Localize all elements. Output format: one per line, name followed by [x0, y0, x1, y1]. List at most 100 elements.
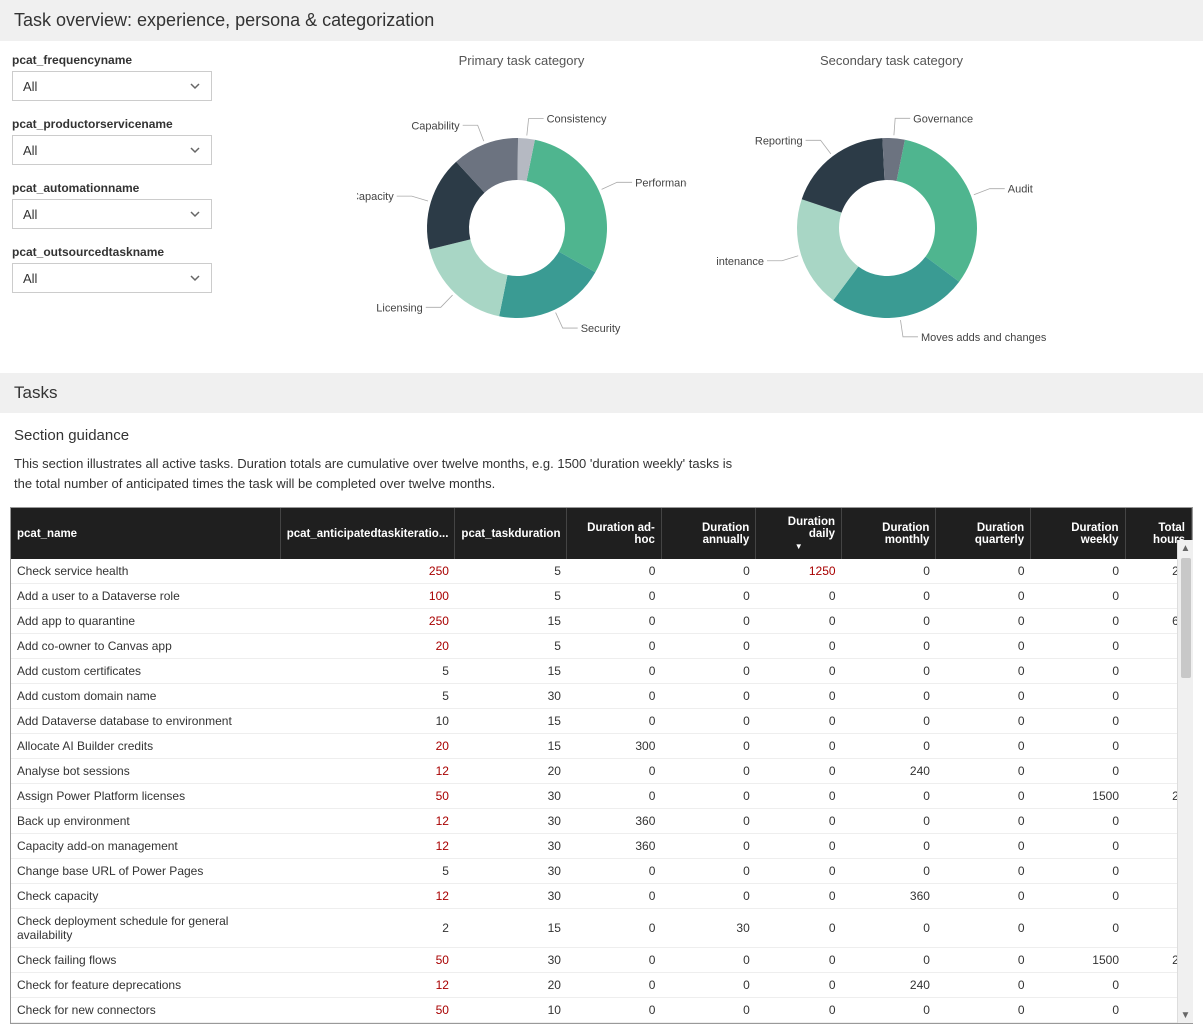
- table-cell: 12: [280, 809, 455, 834]
- table-cell: Check capacity: [11, 884, 280, 909]
- table-cell: 0: [842, 659, 936, 684]
- table-cell: 0: [936, 973, 1031, 998]
- secondary-donut-chart[interactable]: AuditMoves adds and changesMaintenanceRe…: [717, 78, 1067, 358]
- table-row[interactable]: Add Dataverse database to environment101…: [11, 709, 1192, 734]
- table-cell: 0: [936, 609, 1031, 634]
- table-scrollbar[interactable]: ▲ ▼: [1177, 540, 1193, 1023]
- table-row[interactable]: Add a user to a Dataverse role1005000000…: [11, 584, 1192, 609]
- table-cell: 0: [1031, 659, 1125, 684]
- table-cell: 0: [936, 559, 1031, 584]
- table-cell: 30: [455, 884, 567, 909]
- table-cell: 0: [936, 809, 1031, 834]
- filter-dropdown[interactable]: All: [12, 135, 212, 165]
- table-cell: 0: [567, 909, 661, 948]
- table-row[interactable]: Add custom domain name5300000000: [11, 684, 1192, 709]
- table-cell: 0: [936, 759, 1031, 784]
- page-title-bar: Task overview: experience, persona & cat…: [0, 0, 1203, 41]
- table-cell: 50: [280, 948, 455, 973]
- table-row[interactable]: Check service health250500125000021: [11, 559, 1192, 584]
- column-header[interactable]: Duration annually: [661, 508, 755, 559]
- table-cell: 15: [455, 734, 567, 759]
- table-row[interactable]: Check capacity1230000360006: [11, 884, 1192, 909]
- column-header[interactable]: Duration weekly: [1031, 508, 1125, 559]
- table-cell: 0: [936, 948, 1031, 973]
- table-cell: 15: [455, 609, 567, 634]
- label-leader-line: [425, 295, 452, 307]
- table-cell: 5: [455, 634, 567, 659]
- table-cell: 50: [280, 998, 455, 1023]
- table-row[interactable]: Check for feature deprecations1220000240…: [11, 973, 1192, 998]
- table-row[interactable]: Add app to quarantine2501500000063: [11, 609, 1192, 634]
- table-body: Check service health250500125000021Add a…: [11, 559, 1192, 1023]
- tasks-section-header-bar: Tasks: [0, 373, 1203, 413]
- table-row[interactable]: Add co-owner to Canvas app2050000002: [11, 634, 1192, 659]
- table-header[interactable]: pcat_namepcat_anticipatedtaskiteratio...…: [11, 508, 1192, 559]
- table-cell: 5: [280, 684, 455, 709]
- table-cell: 0: [936, 659, 1031, 684]
- tasks-table[interactable]: pcat_namepcat_anticipatedtaskiteratio...…: [11, 508, 1192, 1023]
- table-cell: 30: [661, 909, 755, 948]
- table-cell: 0: [567, 998, 661, 1023]
- table-cell: 0: [567, 973, 661, 998]
- filter-dropdown[interactable]: All: [12, 199, 212, 229]
- table-cell: 0: [936, 998, 1031, 1023]
- filter-dropdown[interactable]: All: [12, 71, 212, 101]
- sort-desc-icon: ▼: [762, 542, 835, 551]
- scroll-thumb[interactable]: [1181, 558, 1191, 678]
- table-cell: 0: [756, 998, 842, 1023]
- filter-value: All: [23, 79, 37, 94]
- column-header[interactable]: Duration daily▼: [756, 508, 842, 559]
- scroll-up-arrow[interactable]: ▲: [1178, 540, 1193, 556]
- donut-slice[interactable]: [896, 140, 976, 282]
- primary-chart-block: Primary task category PerformanceSecurit…: [357, 53, 687, 361]
- table-cell: 0: [842, 684, 936, 709]
- column-header[interactable]: pcat_taskduration: [455, 508, 567, 559]
- chart-area: Primary task category PerformanceSecurit…: [232, 53, 1191, 361]
- donut-slice-label: Performance: [635, 177, 687, 189]
- table-cell: 0: [661, 634, 755, 659]
- table-cell: 0: [661, 809, 755, 834]
- table-cell: 0: [936, 884, 1031, 909]
- column-header[interactable]: pcat_anticipatedtaskiteratio...: [280, 508, 455, 559]
- column-header[interactable]: Duration ad-hoc: [567, 508, 661, 559]
- table-cell: Check for new connectors: [11, 998, 280, 1023]
- table-row[interactable]: Back up environment1230360000006: [11, 809, 1192, 834]
- donut-slice[interactable]: [801, 138, 884, 213]
- table-cell: 0: [661, 559, 755, 584]
- table-cell: 50: [280, 784, 455, 809]
- table-cell: 12: [280, 973, 455, 998]
- table-row[interactable]: Capacity add-on management1230360000006: [11, 834, 1192, 859]
- table-cell: 0: [936, 709, 1031, 734]
- column-header[interactable]: pcat_name: [11, 508, 280, 559]
- table-row[interactable]: Check deployment schedule for general av…: [11, 909, 1192, 948]
- donut-slice-label: Audit: [1007, 184, 1032, 196]
- table-cell: 0: [567, 709, 661, 734]
- table-cell: 10: [455, 998, 567, 1023]
- table-row[interactable]: Allocate AI Builder credits2015300000005: [11, 734, 1192, 759]
- table-cell: 0: [567, 609, 661, 634]
- primary-donut-chart[interactable]: PerformanceSecurityLicensingCapacityCapa…: [357, 78, 687, 358]
- table-cell: 0: [756, 584, 842, 609]
- table-cell: 0: [661, 659, 755, 684]
- filter-label: pcat_productorservicename: [12, 117, 212, 131]
- table-row[interactable]: Assign Power Platform licenses5030000001…: [11, 784, 1192, 809]
- table-cell: 300: [567, 734, 661, 759]
- filter-value: All: [23, 271, 37, 286]
- table-row[interactable]: Add custom certificates5150000000: [11, 659, 1192, 684]
- table-row[interactable]: Check for new connectors50100000008: [11, 998, 1192, 1023]
- column-header[interactable]: Duration quarterly: [936, 508, 1031, 559]
- table-row[interactable]: Analyse bot sessions1220000240004: [11, 759, 1192, 784]
- table-cell: 0: [661, 859, 755, 884]
- table-row[interactable]: Change base URL of Power Pages5300000000: [11, 859, 1192, 884]
- table-cell: 0: [842, 909, 936, 948]
- filter-group: pcat_outsourcedtasknameAll: [12, 245, 212, 293]
- tasks-table-wrap: pcat_namepcat_anticipatedtaskiteratio...…: [10, 507, 1193, 1024]
- donut-slice[interactable]: [526, 140, 606, 272]
- filter-dropdown[interactable]: All: [12, 263, 212, 293]
- scroll-down-arrow[interactable]: ▼: [1178, 1007, 1193, 1023]
- top-section: pcat_frequencynameAllpcat_productorservi…: [0, 41, 1203, 373]
- table-row[interactable]: Check failing flows503000000150025: [11, 948, 1192, 973]
- donut-slice[interactable]: [429, 239, 507, 316]
- chevron-down-icon: [189, 208, 201, 220]
- column-header[interactable]: Duration monthly: [842, 508, 936, 559]
